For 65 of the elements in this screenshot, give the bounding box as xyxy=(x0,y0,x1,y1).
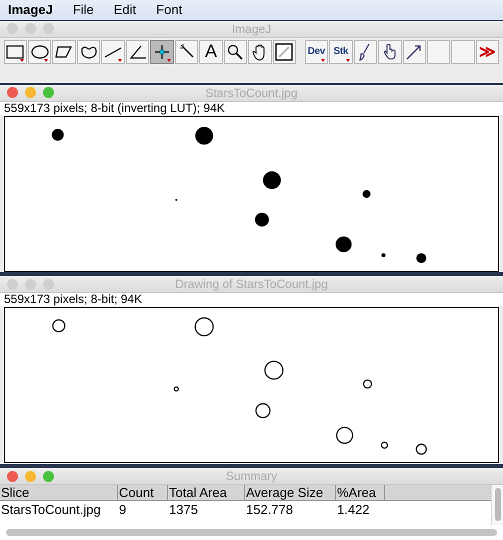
horizontal-scrollbar[interactable] xyxy=(6,529,497,536)
magnifier-icon xyxy=(227,44,244,60)
table-cell-text: 1.422 xyxy=(336,501,371,519)
arrow-icon xyxy=(405,42,424,61)
menu-button[interactable]: Stk xyxy=(329,40,353,64)
table-cell-text: 152.778 xyxy=(245,501,294,519)
column-header[interactable]: Average Size xyxy=(245,485,336,501)
polygon-icon xyxy=(55,44,74,59)
window-title: StarsToCount.jpg xyxy=(205,86,298,100)
tool-button[interactable] xyxy=(126,40,150,64)
column-header[interactable]: Count xyxy=(118,485,168,501)
window-title: Drawing of StarsToCount.jpg xyxy=(175,277,328,292)
menu-button[interactable]: Dev xyxy=(304,40,328,64)
angle-icon xyxy=(128,44,147,59)
zoom-button[interactable] xyxy=(43,87,54,98)
dropdown-indicator-icon xyxy=(166,58,171,62)
dropdown-indicator-icon xyxy=(321,58,326,62)
wand-icon xyxy=(178,44,195,60)
pointing-hand-icon xyxy=(382,44,397,60)
menu-item[interactable]: File xyxy=(72,2,94,18)
tool-button[interactable] xyxy=(4,40,27,64)
minimize-button[interactable] xyxy=(25,87,36,98)
color-swatch-icon xyxy=(275,42,294,61)
close-button[interactable] xyxy=(7,470,18,482)
dropdown-indicator-icon xyxy=(44,58,48,62)
tool-button[interactable] xyxy=(28,40,52,64)
tool-button[interactable] xyxy=(174,40,198,64)
window-title: ImageJ xyxy=(232,22,272,36)
tool-button[interactable] xyxy=(354,40,378,64)
crosshair-icon xyxy=(154,44,170,60)
freehand-icon xyxy=(80,44,98,59)
tool-button[interactable] xyxy=(76,40,100,64)
vertical-scrollbar[interactable] xyxy=(491,485,503,525)
tool-button[interactable] xyxy=(52,40,76,64)
menu-item[interactable]: Edit xyxy=(114,2,136,18)
column-header[interactable]: %Area xyxy=(336,485,385,501)
tool-button[interactable] xyxy=(224,40,248,64)
table-cell-text: StarsToCount.jpg xyxy=(0,501,102,519)
image-info: 559x173 pixels; 8-bit (inverting LUT); 94K xyxy=(0,102,503,115)
tool-button[interactable] xyxy=(248,40,272,64)
table-cell-text: 1375 xyxy=(168,501,199,519)
image-info: 559x173 pixels; 8-bit; 94K xyxy=(0,293,503,306)
tool-button[interactable] xyxy=(150,40,174,64)
tool-button[interactable] xyxy=(272,40,296,64)
dropdown-indicator-icon xyxy=(346,58,350,62)
window-title: Summary xyxy=(226,469,278,483)
column-header[interactable]: Slice xyxy=(0,485,118,501)
zoom-button[interactable] xyxy=(43,470,54,482)
oval-icon xyxy=(30,44,49,59)
column-header[interactable]: Total Area xyxy=(168,485,245,501)
tool-button[interactable] xyxy=(402,40,426,64)
dropdown-indicator-icon xyxy=(118,58,122,62)
tool-button[interactable] xyxy=(378,40,402,64)
tool-button[interactable] xyxy=(101,40,125,64)
brush-icon xyxy=(358,42,372,61)
dropdown-indicator-icon xyxy=(20,58,24,62)
app-menu[interactable]: ImageJ xyxy=(8,2,53,18)
close-button[interactable] xyxy=(7,87,18,98)
more-button[interactable]: ≫ xyxy=(476,40,500,64)
table-cell-text: 9 xyxy=(118,501,128,519)
tool-button[interactable]: A xyxy=(199,40,223,64)
line-icon xyxy=(104,44,122,59)
minimize-button[interactable] xyxy=(25,470,36,482)
menu-item[interactable]: Font xyxy=(156,2,182,18)
rectangle-icon xyxy=(6,44,24,59)
